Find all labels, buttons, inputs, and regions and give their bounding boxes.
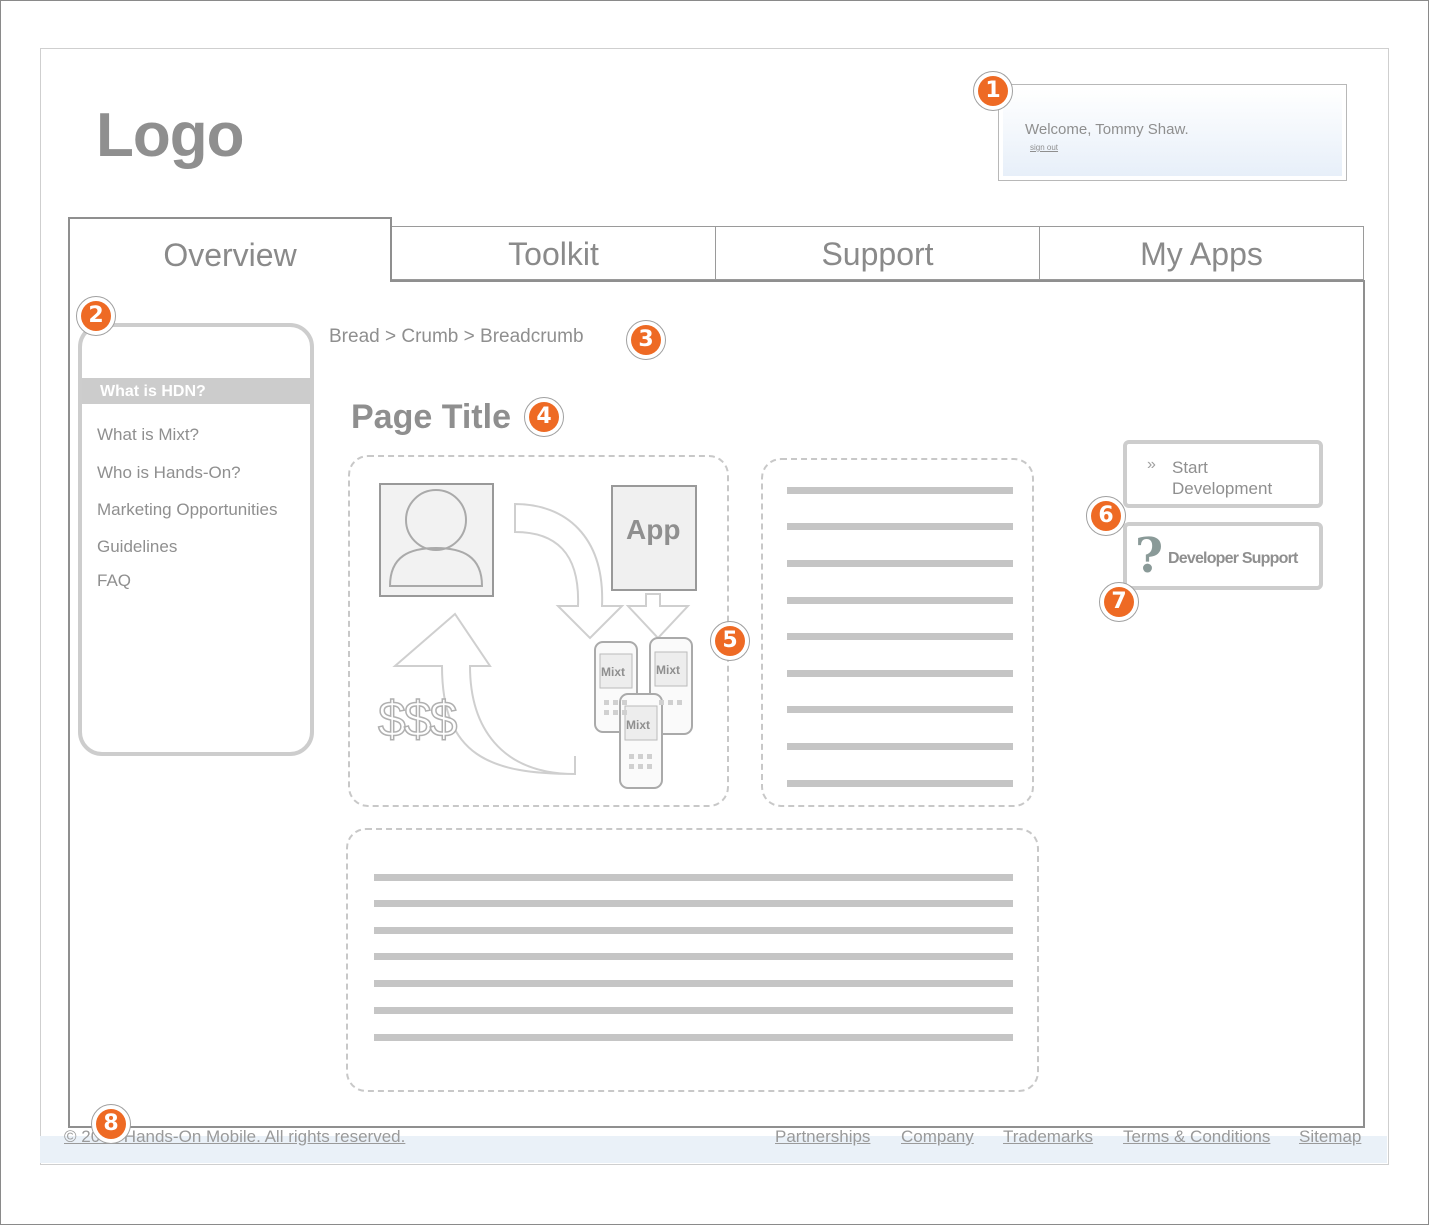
text-line-placeholder: [787, 560, 1013, 567]
sidebar-item-who-is-hands-on[interactable]: Who is Hands-On?: [97, 463, 241, 483]
text-line-placeholder: [374, 927, 1013, 934]
sidebar-item-faq[interactable]: FAQ: [97, 571, 131, 591]
tab-overview[interactable]: Overview: [68, 217, 392, 282]
phone-label: Mixt: [601, 665, 625, 679]
text-line-placeholder: [787, 670, 1013, 677]
welcome-panel: Welcome, Tommy Shaw. sign out: [998, 84, 1347, 181]
text-line-placeholder: [374, 980, 1013, 987]
tab-my-apps[interactable]: My Apps: [1039, 226, 1364, 280]
text-line-placeholder: [787, 706, 1013, 713]
welcome-text: Welcome, Tommy Shaw.: [1025, 121, 1189, 138]
callout-badge: 4: [524, 397, 564, 437]
footer-link-terms[interactable]: Terms & Conditions: [1123, 1127, 1270, 1147]
phone-label: Mixt: [656, 663, 680, 677]
hdn-overview-illustration: [379, 483, 697, 789]
text-line-placeholder: [787, 597, 1013, 604]
chevron-down-icon: »: [1147, 456, 1156, 473]
text-line-placeholder: [374, 1034, 1013, 1041]
footer-link-trademarks[interactable]: Trademarks: [1003, 1127, 1093, 1147]
footer-link-company[interactable]: Company: [901, 1127, 974, 1147]
text-line-placeholder: [787, 523, 1013, 530]
callout-badge: 8: [91, 1104, 131, 1144]
tab-toolkit[interactable]: Toolkit: [391, 226, 716, 280]
callout-badge: 2: [76, 296, 116, 336]
start-line2: Development: [1172, 479, 1273, 498]
sign-out-link[interactable]: sign out: [1030, 143, 1058, 152]
callout-badge: 1: [973, 71, 1013, 111]
sidebar-item-what-is-mixt[interactable]: What is Mixt?: [97, 425, 199, 445]
logo[interactable]: Logo: [96, 100, 244, 171]
sidebar-item-marketing-opportunities[interactable]: Marketing Opportunities: [97, 500, 277, 520]
money-label: $$$: [377, 690, 458, 748]
user-portrait-icon: [379, 483, 494, 597]
text-line-placeholder: [787, 780, 1013, 787]
page-title: Page Title: [351, 398, 511, 436]
phone-label: Mixt: [626, 718, 650, 732]
sidebar-item-label: What is HDN?: [100, 383, 206, 400]
developer-support-button[interactable]: ? Developer Support: [1123, 522, 1323, 590]
curved-arrow-icon: [514, 502, 625, 640]
developer-support-label: Developer Support: [1168, 550, 1298, 567]
text-line-placeholder: [787, 633, 1013, 640]
text-line-placeholder: [374, 900, 1013, 907]
breadcrumb[interactable]: Bread > Crumb > Breadcrumb: [329, 326, 584, 348]
footer-link-sitemap[interactable]: Sitemap: [1299, 1127, 1361, 1147]
text-line-placeholder: [374, 953, 1013, 960]
callout-badge: 5: [710, 621, 750, 661]
tab-support[interactable]: Support: [715, 226, 1040, 280]
start-line1: Start: [1172, 458, 1208, 477]
app-label: App: [626, 514, 681, 545]
question-mark-icon: ?: [1135, 528, 1164, 584]
callout-badge: 3: [626, 320, 666, 360]
text-line-placeholder: [787, 487, 1013, 494]
sidebar-item-what-is-hdn[interactable]: What is HDN?: [82, 378, 310, 404]
text-line-placeholder: [374, 874, 1013, 881]
sidebar-item-guidelines[interactable]: Guidelines: [97, 537, 177, 557]
callout-badge: 6: [1086, 496, 1126, 536]
text-block-placeholder: [346, 828, 1039, 1092]
callout-badge: 7: [1099, 582, 1139, 622]
start-development-button[interactable]: » Start Development: [1123, 440, 1323, 508]
footer-link-partnerships[interactable]: Partnerships: [775, 1127, 870, 1147]
text-line-placeholder: [787, 743, 1013, 750]
text-line-placeholder: [374, 1007, 1013, 1014]
